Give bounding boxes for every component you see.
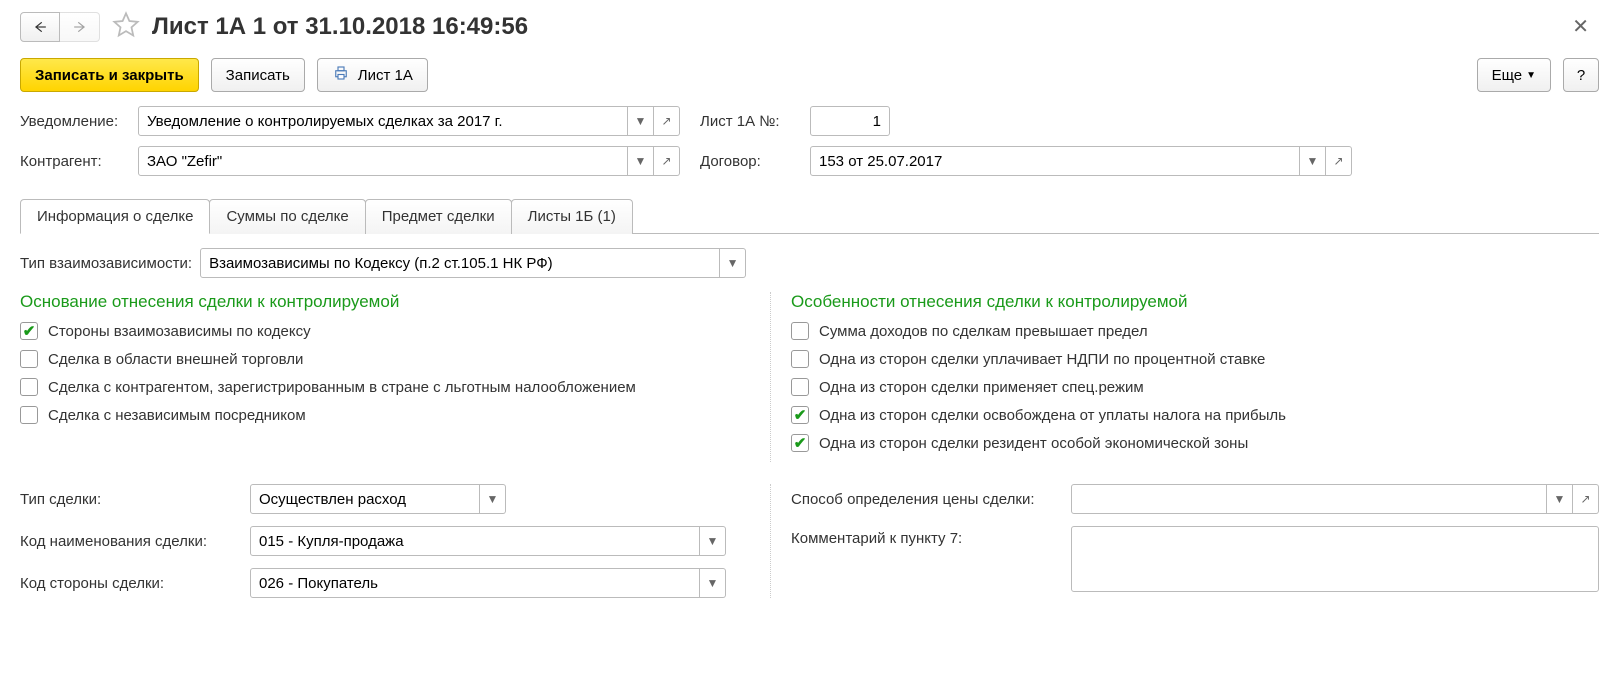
checkbox-ndpi-rate[interactable]: Одна из сторон сделки уплачивает НДПИ по… — [791, 350, 1599, 368]
dropdown-button[interactable]: ▼ — [628, 106, 654, 136]
deal-side-code-input[interactable] — [250, 568, 700, 598]
counterparty-input[interactable] — [138, 146, 628, 176]
nav-forward-button[interactable] — [60, 12, 100, 42]
tab-sums[interactable]: Суммы по сделке — [209, 199, 365, 234]
tab-subject[interactable]: Предмет сделки — [365, 199, 512, 234]
dropdown-button[interactable]: ▼ — [1547, 484, 1573, 514]
contract-label: Договор: — [700, 153, 810, 170]
chevron-down-icon: ▼ — [1526, 70, 1536, 81]
contract-input-group: ▼ ↗ — [810, 146, 1352, 176]
dependency-type-input[interactable] — [200, 248, 720, 278]
grounds-group-title: Основание отнесения сделки к контролируе… — [20, 292, 740, 312]
more-label: Еще — [1492, 67, 1523, 84]
checkbox-icon — [20, 378, 38, 396]
checkbox-icon — [20, 322, 38, 340]
open-ref-button[interactable]: ↗ — [1326, 146, 1352, 176]
comment7-label: Комментарий к пункту 7: — [791, 526, 1071, 547]
checkbox-interdependent-by-code[interactable]: Стороны взаимозависимы по кодексу — [20, 322, 740, 340]
deal-type-label: Тип сделки: — [20, 491, 250, 508]
notification-input-group: ▼ ↗ — [138, 106, 680, 136]
save-and-close-button[interactable]: Записать и закрыть — [20, 58, 199, 92]
deal-type-input[interactable] — [250, 484, 480, 514]
nav-back-button[interactable] — [20, 12, 60, 42]
notification-label: Уведомление: — [20, 113, 138, 130]
open-ref-button[interactable]: ↗ — [654, 106, 680, 136]
checkbox-special-regime[interactable]: Одна из сторон сделки применяет спец.реж… — [791, 378, 1599, 396]
dropdown-button[interactable]: ▼ — [628, 146, 654, 176]
checkbox-icon — [791, 434, 809, 452]
checkbox-icon — [791, 378, 809, 396]
checkbox-sez-resident[interactable]: Одна из сторон сделки резидент особой эк… — [791, 434, 1599, 452]
counterparty-input-group: ▼ ↗ — [138, 146, 680, 176]
print-list-label: Лист 1А — [358, 67, 413, 84]
checkbox-icon — [20, 350, 38, 368]
checkbox-profit-tax-exempt[interactable]: Одна из сторон сделки освобождена от упл… — [791, 406, 1599, 424]
deal-name-code-input[interactable] — [250, 526, 700, 556]
features-group-title: Особенности отнесения сделки к контролир… — [791, 292, 1599, 312]
contract-input[interactable] — [810, 146, 1300, 176]
print-list-button[interactable]: Лист 1А — [317, 58, 428, 92]
dropdown-button[interactable]: ▼ — [480, 484, 506, 514]
open-ref-button[interactable]: ↗ — [654, 146, 680, 176]
dropdown-button[interactable]: ▼ — [1300, 146, 1326, 176]
deal-side-code-label: Код стороны сделки: — [20, 575, 250, 592]
save-button[interactable]: Записать — [211, 58, 305, 92]
page-title: Лист 1А 1 от 31.10.2018 16:49:56 — [152, 13, 528, 41]
sheet-no-label: Лист 1А №: — [700, 113, 810, 130]
checkbox-icon — [791, 406, 809, 424]
checkbox-preferential-tax-country[interactable]: Сделка с контрагентом, зарегистрированны… — [20, 378, 740, 396]
checkbox-icon — [20, 406, 38, 424]
notification-input[interactable] — [138, 106, 628, 136]
favorite-star-icon[interactable] — [112, 11, 140, 43]
help-button[interactable]: ? — [1563, 58, 1599, 92]
printer-icon — [332, 64, 350, 86]
dependency-type-label: Тип взаимозависимости: — [20, 255, 192, 272]
checkbox-foreign-trade[interactable]: Сделка в области внешней торговли — [20, 350, 740, 368]
checkbox-independent-intermediary[interactable]: Сделка с независимым посредником — [20, 406, 740, 424]
price-method-label: Способ определения цены сделки: — [791, 491, 1071, 508]
tab-sheets-1b[interactable]: Листы 1Б (1) — [511, 199, 633, 234]
sheet-no-input[interactable] — [810, 106, 890, 136]
close-button[interactable]: ✕ — [1562, 10, 1599, 43]
counterparty-label: Контрагент: — [20, 153, 138, 170]
open-ref-button[interactable]: ↗ — [1573, 484, 1599, 514]
price-method-input[interactable] — [1071, 484, 1547, 514]
deal-name-code-label: Код наименования сделки: — [20, 533, 250, 550]
checkbox-icon — [791, 350, 809, 368]
dropdown-button[interactable]: ▼ — [720, 248, 746, 278]
checkbox-icon — [791, 322, 809, 340]
comment7-textarea[interactable] — [1071, 526, 1599, 592]
more-button[interactable]: Еще ▼ — [1477, 58, 1551, 92]
tab-info[interactable]: Информация о сделке — [20, 199, 210, 234]
checkbox-income-exceeds-limit[interactable]: Сумма доходов по сделкам превышает преде… — [791, 322, 1599, 340]
dropdown-button[interactable]: ▼ — [700, 526, 726, 556]
dropdown-button[interactable]: ▼ — [700, 568, 726, 598]
